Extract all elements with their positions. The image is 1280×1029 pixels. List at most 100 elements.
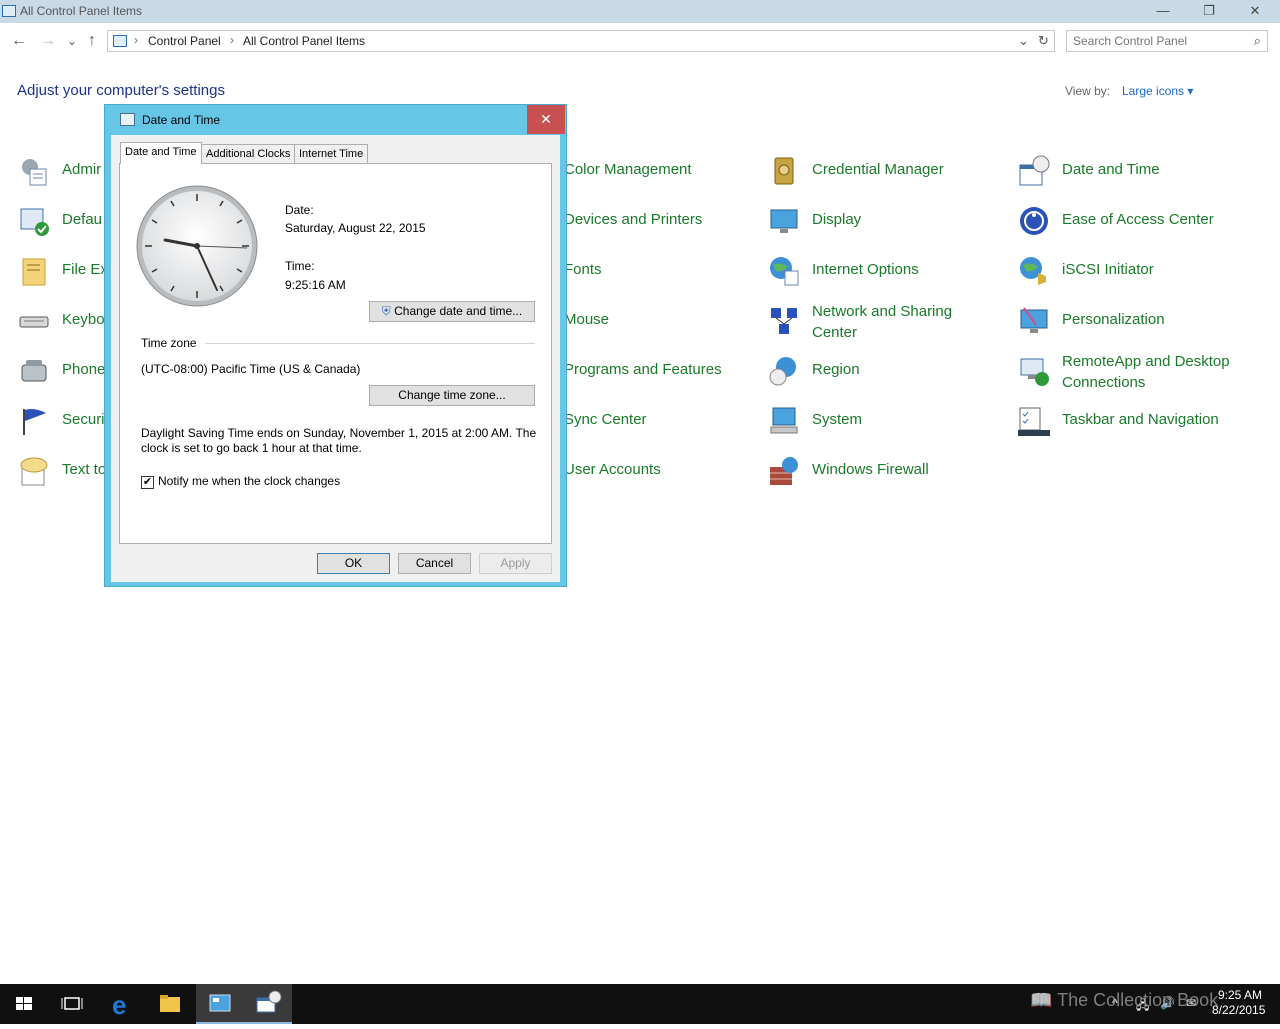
cp-item-label: Network and Sharing [812,303,953,320]
cp-item-display[interactable]: Display [768,205,1008,245]
minimize-button[interactable]: — [1140,0,1186,23]
cp-item-label: User Accounts [564,461,661,478]
navigation-bar: ← → ⌄ ↑ › Control Panel › All Control Pa… [0,27,1280,55]
task-view-icon [61,997,83,1010]
search-box[interactable]: ⌕ [1066,30,1268,52]
change-date-and-time-button[interactable]: ⛨ Change date and time... [369,301,535,322]
ok-button[interactable]: OK [317,553,390,574]
file-explorer-options-icon [22,258,46,286]
default-programs-icon [20,208,49,236]
cp-item-date-and-time[interactable]: Date and Time [1018,155,1258,195]
notify-clock-change-checkbox[interactable]: ✔ [141,476,154,489]
time-value: 9:25:16 AM [285,278,346,292]
view-by-label: View by: [1065,84,1111,98]
cp-item-label: Securi [62,411,105,428]
cp-item-label: Devices and Printers [564,211,703,228]
taskbar-time: 9:25 AM [1217,988,1262,1002]
close-button[interactable]: ✕ [1232,0,1278,23]
breadcrumb-separator[interactable]: › [134,33,138,47]
cp-item-iscsi-initiator[interactable]: iSCSI Initiator [1018,255,1258,295]
cp-item-label: Defau [62,211,103,228]
taskbar-clock[interactable]: 9:25 AM 8/22/2015 [1212,988,1266,1018]
cp-item-label: iSCSI Initiator [1062,261,1154,278]
refresh-button[interactable]: ↻ [1038,33,1049,49]
tab-date-and-time[interactable]: Date and Time [120,142,202,164]
firewall-icon [770,457,798,485]
address-bar[interactable]: › Control Panel › All Control Panel Item… [107,30,1055,52]
cp-item-personalization[interactable]: Personalization [1018,305,1258,345]
tab-internet-time[interactable]: Internet Time [294,144,369,163]
cp-item-system[interactable]: System [768,405,1008,445]
breadcrumb-separator[interactable]: › [230,33,234,47]
cp-item-label: Taskbar and Navigation [1062,411,1219,428]
personalization-icon [1020,307,1048,333]
region-icon [769,357,796,386]
ease-of-access-icon [1020,207,1048,235]
cp-item-label-line2: Center [812,324,858,341]
time-zone-label: Time zone [141,336,197,350]
cp-item-label: Fonts [564,261,602,278]
restore-button[interactable]: ❐ [1186,0,1232,23]
cp-item-ease-of-access-center[interactable]: Ease of Access Center [1018,205,1258,245]
keyboard-icon [19,316,49,328]
apply-button[interactable]: Apply [479,553,552,574]
cp-item-region[interactable]: Region [768,355,1008,395]
back-button[interactable]: ← [11,31,27,51]
cp-item-label: Mouse [564,311,610,328]
uac-shield-icon: ⛨ [381,304,391,318]
view-by-dropdown[interactable]: Large icons ▾ [1122,84,1193,98]
control-panel-icon [2,5,16,17]
cp-item-label: Admir [62,161,102,178]
date-and-time-icon [256,990,282,1013]
display-icon [770,209,798,233]
cp-item-taskbar-and-navigation[interactable]: Taskbar and Navigation [1018,405,1258,445]
flag-icon [23,409,46,435]
cancel-button[interactable]: Cancel [398,553,471,574]
cp-item-remoteapp-and-desktop-connections[interactable]: RemoteApp and Desktop Connections [1018,348,1258,398]
administrative-tools-icon [22,159,47,186]
window-titlebar: All Control Panel Items — ❐ ✕ [0,0,1280,23]
dst-info-line2: clock is set to go back 1 hour at that t… [141,441,362,455]
search-input[interactable] [1073,33,1243,49]
remote-desktop-icon [1020,358,1049,386]
control-panel-taskbar-button[interactable] [196,984,244,1024]
cp-item-credential-manager[interactable]: Credential Manager [768,155,1008,195]
date-and-time-taskbar-button[interactable] [244,984,292,1024]
cp-item-label: RemoteApp and Desktop [1062,353,1230,370]
cp-item-label-line2: Connections [1062,374,1146,391]
window-title: All Control Panel Items [20,4,143,18]
forward-button[interactable]: → [40,31,56,51]
control-panel-icon [113,35,127,47]
cp-item-label: File Ex [62,261,108,278]
cp-item-network-and-sharing-center[interactable]: Network and Sharing Center [768,298,1008,348]
globe-icon [770,257,799,286]
breadcrumb-control-panel[interactable]: Control Panel [148,34,221,48]
watermark-text: The Collection Book [1057,990,1219,1010]
cp-item-label: Personalization [1062,311,1165,328]
recent-locations-button[interactable]: ⌄ [67,31,77,51]
dialog-close-button[interactable]: ✕ [527,105,565,134]
change-time-zone-button[interactable]: Change time zone... [369,385,535,406]
edge-browser-button[interactable]: e [98,984,146,1024]
folder-icon [160,995,180,1012]
start-button[interactable] [0,984,48,1024]
task-view-button[interactable] [48,984,96,1024]
breadcrumb-all-items[interactable]: All Control Panel Items [243,34,365,48]
cp-item-windows-firewall[interactable]: Windows Firewall [768,455,1008,495]
calendar-clock-icon [1019,155,1050,186]
search-icon[interactable]: ⌕ [1254,33,1261,49]
date-and-time-dialog: Date and Time ✕ Date and Time Additional… [104,104,567,587]
up-button[interactable]: ↑ [88,31,96,51]
date-and-time-icon [120,113,135,126]
cp-item-label: Color Management [564,161,692,178]
edge-icon: e [112,990,126,1020]
cp-item-label: Region [812,361,860,378]
file-explorer-button[interactable] [146,984,194,1024]
taskbar-date: 8/22/2015 [1212,1003,1266,1017]
time-label: Time: [285,259,315,273]
address-dropdown-button[interactable]: ⌄ [1018,33,1029,49]
cp-item-label: Phone [62,361,106,378]
cp-item-internet-options[interactable]: Internet Options [768,255,1008,295]
tab-additional-clocks[interactable]: Additional Clocks [201,144,296,163]
book-icon: 📖 [1030,990,1053,1010]
